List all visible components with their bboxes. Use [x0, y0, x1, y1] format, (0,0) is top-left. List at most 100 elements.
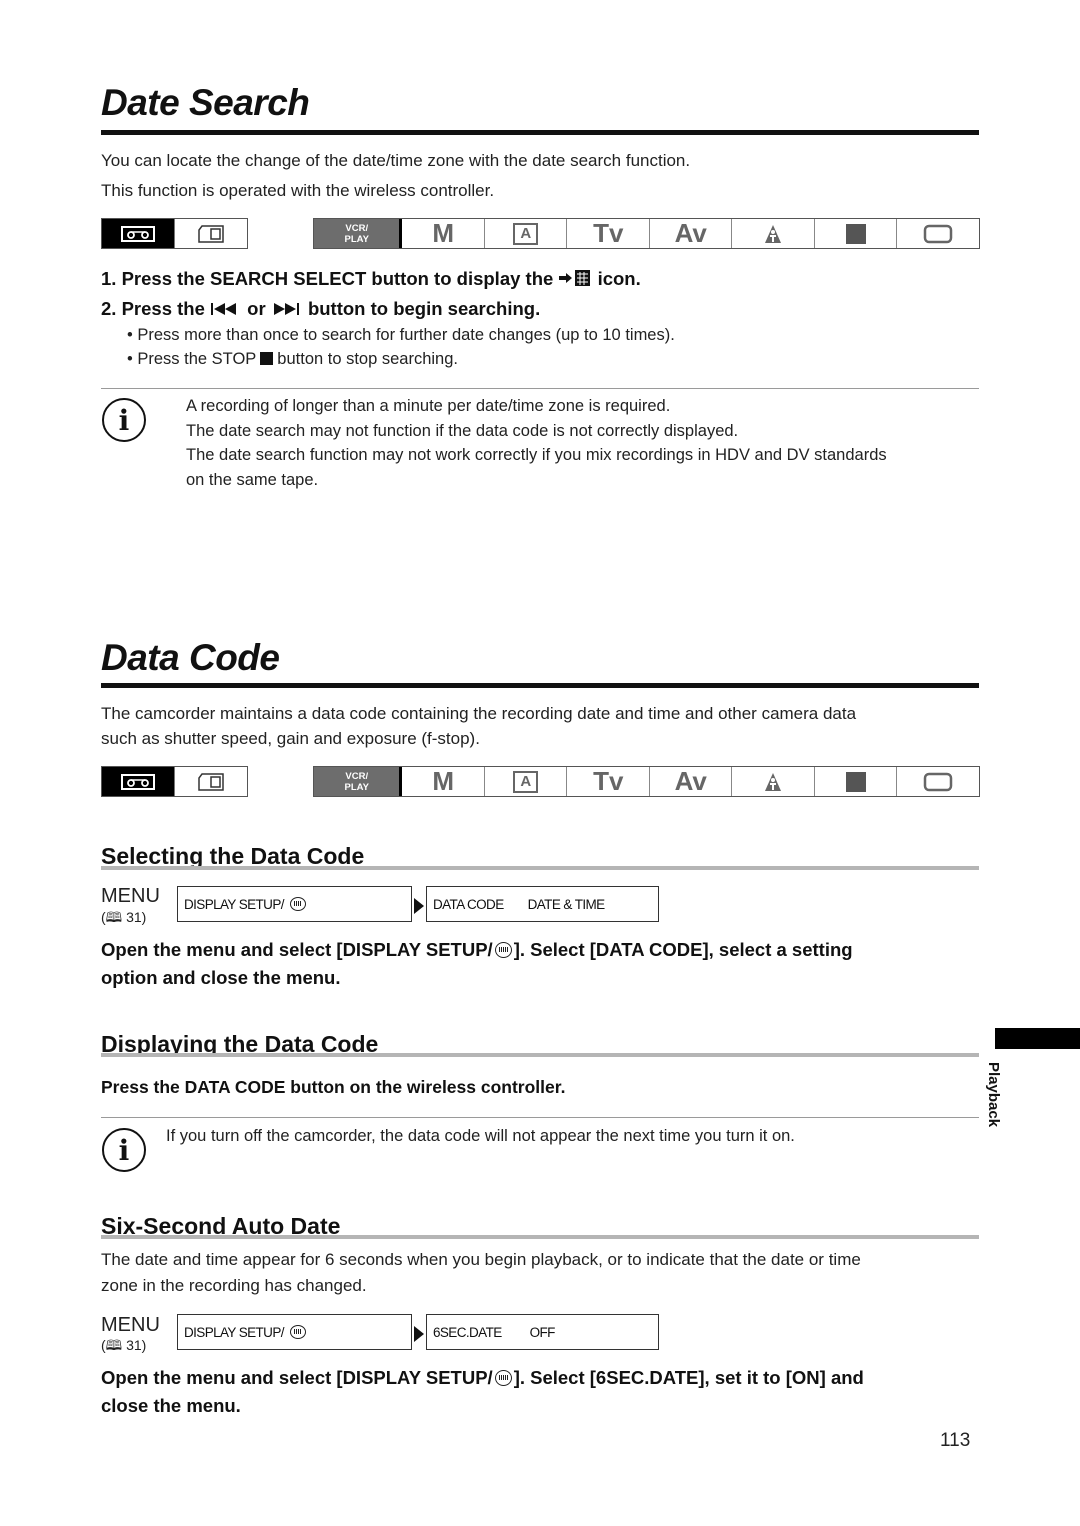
mode-auto: A	[485, 219, 568, 248]
mode-auto: A	[485, 767, 568, 796]
menu-item-label: 6SEC.DATE	[433, 1324, 502, 1340]
menu-arrow-icon	[414, 1326, 424, 1342]
mode-vcr-play: VCR/ PLAY	[314, 219, 403, 248]
intro-line: This function is operated with the wirel…	[101, 181, 495, 200]
step-text: Press the SEARCH SELECT button to displa…	[121, 268, 554, 289]
media-selector	[101, 766, 248, 797]
instruction-text: close the menu.	[101, 1395, 241, 1416]
intro-line: You can locate the change of the date/ti…	[101, 151, 691, 170]
mode-vcr-play: VCR/ PLAY	[314, 767, 403, 796]
portrait-icon	[765, 772, 782, 791]
instruction-text: ]. Select [6SEC.DATE], set it to [ON] an…	[513, 1367, 864, 1388]
selecting-instruction: Open the menu and select [DISPLAY SETUP/…	[101, 936, 981, 992]
menu-arrow-icon	[414, 898, 424, 914]
tape-icon	[121, 773, 155, 790]
mode-night	[815, 767, 898, 796]
media-tape	[102, 767, 175, 796]
display-setup-icon	[289, 1325, 306, 1339]
title-rule	[101, 683, 979, 688]
page-number: 113	[940, 1430, 971, 1451]
mode-av: Av	[650, 218, 733, 248]
note-divider	[101, 388, 979, 389]
title-rule	[101, 130, 979, 135]
bullet-item: • Press more than once to search for fur…	[127, 326, 675, 344]
instruction-text: Open the menu and select [DISPLAY SETUP/	[101, 1367, 493, 1388]
note-line: A recording of longer than a minute per …	[186, 397, 671, 415]
menu-item-value: OFF	[529, 1324, 556, 1340]
auto-icon: A	[513, 222, 539, 245]
step-number: 1.	[101, 268, 117, 289]
bullet-text: Press more than once to search for furth…	[137, 326, 675, 344]
menu-item-label: DATA CODE	[433, 896, 504, 912]
display-setup-icon	[494, 942, 512, 958]
mode-tv: Tv	[567, 218, 650, 248]
step-text: button to begin searching.	[307, 298, 541, 319]
note-line: on the same tape.	[186, 470, 319, 489]
menu-label: MENU	[101, 1314, 160, 1336]
menu-label: MENU	[101, 885, 160, 907]
vcr-label: VCR/	[345, 770, 369, 782]
subheading-rule	[101, 1235, 979, 1239]
card-icon	[198, 772, 224, 791]
play-label: PLAY	[344, 781, 369, 793]
step-text: or	[247, 298, 266, 319]
vcr-label: VCR/	[345, 222, 369, 234]
mode-tv: Tv	[567, 766, 650, 796]
chapter-tab-label: Playback	[985, 1062, 1002, 1128]
media-selector	[101, 218, 248, 249]
bullet-item: • Press the STOP button to stop searching…	[127, 350, 458, 368]
subheading-rule	[101, 1053, 979, 1057]
step-number: 2.	[101, 298, 117, 319]
play-label: PLAY	[344, 233, 369, 245]
note-line: The date search function may not work co…	[186, 446, 887, 464]
card-icon	[198, 224, 224, 243]
mode-easy	[897, 219, 979, 248]
mode-bar: VCR/ PLAY M A Tv Av	[101, 218, 980, 249]
easy-icon	[923, 772, 953, 791]
media-tape	[102, 219, 175, 248]
step-text: icon.	[597, 268, 641, 289]
intro-line: zone in the recording has changed.	[101, 1276, 367, 1295]
date-search-icon	[559, 270, 591, 286]
menu-box-display-setup: DISPLAY SETUP/	[177, 886, 412, 922]
menu-item-value: DATE & TIME	[527, 896, 606, 912]
media-card	[175, 767, 247, 796]
tape-icon	[121, 225, 155, 242]
menu-item-label: DISPLAY SETUP/	[184, 896, 284, 912]
section-title-data-code: Data Code	[101, 637, 280, 678]
note-block: A recording of longer than a minute per …	[186, 394, 887, 492]
portrait-icon	[765, 224, 782, 243]
book-icon: 🕮	[105, 909, 123, 925]
intro-line: The date and time appear for 6 seconds w…	[101, 1250, 861, 1269]
mode-bar: VCR/ PLAY M A Tv Av	[101, 766, 980, 797]
auto-icon: A	[513, 770, 539, 793]
menu-item-label: DISPLAY SETUP/	[184, 1324, 284, 1340]
mode-selector: VCR/ PLAY M A Tv Av	[313, 766, 980, 797]
chapter-tab-marker	[995, 1028, 1080, 1049]
stop-icon	[260, 352, 274, 365]
menu-box-display-setup: DISPLAY SETUP/	[177, 1314, 412, 1350]
mode-portrait	[732, 219, 815, 248]
mode-selector: VCR/ PLAY M A Tv Av	[313, 218, 980, 249]
skip-back-icon	[211, 303, 237, 315]
six-second-instruction: Open the menu and select [DISPLAY SETUP/…	[101, 1364, 981, 1420]
media-card	[175, 219, 247, 248]
ref-page: 31	[126, 1337, 142, 1353]
menu-page-ref: (🕮 31)	[101, 1337, 147, 1353]
note-divider	[101, 1117, 979, 1118]
bullet-text: Press the STOP	[137, 350, 257, 368]
mode-easy	[897, 767, 979, 796]
section-title-date-search: Date Search	[101, 82, 310, 123]
book-icon: 🕮	[105, 1337, 123, 1353]
instruction-text: option and close the menu.	[101, 967, 341, 988]
intro-line: The camcorder maintains a data code cont…	[101, 704, 857, 723]
ref-page: 31	[126, 909, 142, 925]
info-icon: i	[102, 1128, 146, 1172]
instruction-text: Open the menu and select [DISPLAY SETUP/	[101, 939, 493, 960]
step-2: 2. Press the or button to begin searchin…	[101, 298, 540, 320]
display-setup-icon	[494, 1370, 512, 1386]
easy-icon	[923, 224, 953, 243]
note-line: If you turn off the camcorder, the data …	[166, 1127, 795, 1145]
mode-portrait	[732, 767, 815, 796]
note-line: The date search may not function if the …	[186, 421, 739, 440]
